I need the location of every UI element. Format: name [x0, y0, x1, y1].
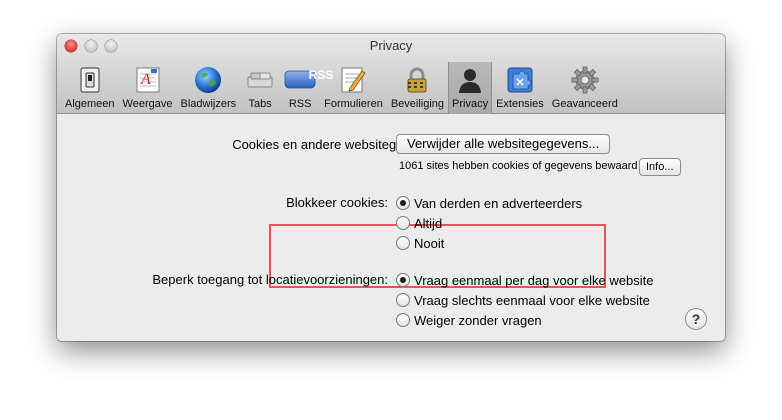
- toolbar-item-label: Algemeen: [65, 98, 115, 110]
- title-bar: Privacy Algemeen A Weergave Bladwijzers …: [57, 34, 725, 114]
- toolbar-item-label: Formulieren: [324, 98, 383, 110]
- window-title: Privacy: [369, 38, 413, 53]
- toolbar-item-label: RSS: [288, 98, 312, 110]
- help-button[interactable]: ?: [685, 308, 707, 330]
- gear-icon: [569, 64, 601, 96]
- radio-button[interactable]: [396, 273, 410, 287]
- radio-label: Vraag eenmaal per dag voor elke website: [414, 272, 654, 288]
- toolbar-item-privacy[interactable]: Privacy: [448, 62, 493, 114]
- radio-button[interactable]: [396, 236, 410, 250]
- toolbar-item-label: Weergave: [122, 98, 173, 110]
- block-cookies-third-party-option[interactable]: Van derden en adverteerders: [396, 193, 582, 213]
- autofill-pencil-icon: [337, 64, 369, 96]
- radio-button[interactable]: [396, 216, 410, 230]
- block-cookies-never-option[interactable]: Nooit: [396, 233, 444, 253]
- radio-button[interactable]: [396, 196, 410, 210]
- globe-icon: [192, 64, 224, 96]
- radio-button[interactable]: [396, 293, 410, 307]
- rss-badge-text: RSS: [308, 68, 334, 82]
- toolbar-item-weergave[interactable]: A Weergave: [119, 62, 177, 114]
- toolbar-item-geavanceerd[interactable]: Geavanceerd: [548, 62, 622, 114]
- radio-button[interactable]: [396, 313, 410, 327]
- radio-label: Vraag slechts eenmaal voor elke website: [414, 292, 650, 308]
- location-deny-option[interactable]: Weiger zonder vragen: [396, 310, 542, 330]
- toolbar-item-label: Beveiliging: [390, 98, 445, 110]
- toolbar-item-beveiliging[interactable]: Beveiliging: [387, 62, 448, 114]
- location-services-label: Beperk toegang tot locatievoorzieningen:: [152, 272, 388, 287]
- toolbar-item-label: Geavanceerd: [551, 98, 618, 110]
- radio-label: Van derden en adverteerders: [414, 195, 583, 211]
- toolbar-item-extensies[interactable]: Extensies: [492, 62, 548, 114]
- radio-label: Weiger zonder vragen: [414, 312, 542, 328]
- toolbar-item-label: Tabs: [248, 98, 272, 110]
- preferences-window: Privacy Algemeen A Weergave Bladwijzers …: [57, 34, 725, 341]
- toolbar-item-tabs[interactable]: Tabs: [240, 62, 280, 114]
- block-cookies-label: Blokkeer cookies:: [286, 195, 388, 210]
- svg-text:A: A: [140, 71, 151, 88]
- privacy-silhouette-icon: [454, 64, 486, 96]
- toolbar-item-label: Bladwijzers: [180, 98, 237, 110]
- toolbar-item-label: Privacy: [452, 98, 489, 110]
- block-cookies-always-option[interactable]: Altijd: [396, 213, 442, 233]
- cookies-info-button[interactable]: Info...: [639, 158, 681, 176]
- appearance-icon: A: [132, 64, 164, 96]
- cookies-summary-text: 1061 sites hebben cookies of gegevens be…: [399, 160, 638, 172]
- privacy-pane: Cookies en andere websitegegevens: Verwi…: [57, 114, 725, 341]
- extensions-puzzle-icon: [504, 64, 536, 96]
- general-switch-icon: [74, 64, 106, 96]
- toolbar-item-label: Extensies: [496, 98, 544, 110]
- toolbar-item-bladwijzers[interactable]: Bladwijzers: [176, 62, 240, 114]
- location-ask-once-option[interactable]: Vraag slechts eenmaal voor elke website: [396, 290, 650, 310]
- location-ask-daily-option[interactable]: Vraag eenmaal per dag voor elke website: [396, 270, 653, 290]
- remove-all-website-data-button[interactable]: Verwijder alle websitegegevens...: [396, 134, 611, 154]
- toolbar-item-algemeen[interactable]: Algemeen: [61, 62, 119, 114]
- radio-label: Altijd: [414, 215, 443, 231]
- padlock-icon: [401, 64, 433, 96]
- radio-label: Nooit: [414, 235, 445, 251]
- preferences-toolbar: Algemeen A Weergave Bladwijzers Tabs RSS…: [61, 62, 622, 114]
- tabs-icon: [244, 64, 276, 96]
